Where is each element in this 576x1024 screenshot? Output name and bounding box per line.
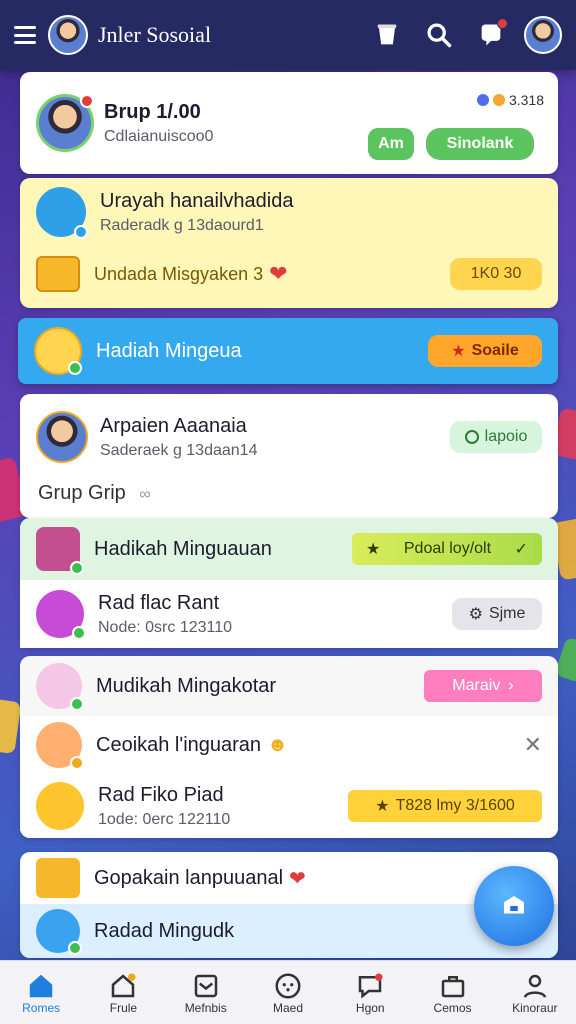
bg-decoration xyxy=(0,697,22,755)
star-icon: ★ xyxy=(451,343,466,360)
house-icon xyxy=(112,973,136,997)
bottom-navigation: Romes Frule Mefnbis Maed Hgon Cemos Kino… xyxy=(0,960,576,1024)
list-item[interactable]: Rad flac Rant Node: 0src 123110 ⚙ Sjme xyxy=(20,580,558,648)
list-card: Mudikah Mingakotar Maraiv › Ceoikah l'in… xyxy=(20,656,558,838)
item-button[interactable]: ⚙ Sjme xyxy=(452,598,542,630)
members-icon xyxy=(492,94,505,106)
document-icon xyxy=(36,663,84,711)
join-button[interactable]: Am xyxy=(368,128,414,160)
leaf-icon xyxy=(36,722,84,770)
list-item[interactable]: Mudikah Mingakotar Maraiv › xyxy=(20,656,558,716)
item-title: Gopakain lanpuuanal xyxy=(94,866,284,889)
member-avatar xyxy=(36,411,88,463)
follow-button[interactable]: Sinolank xyxy=(426,128,534,160)
user-icon xyxy=(36,187,88,239)
gift-icon xyxy=(34,327,82,375)
member-button[interactable]: lapoio xyxy=(450,421,542,453)
create-post-button[interactable] xyxy=(474,866,554,946)
chevron-right-icon: › xyxy=(508,677,514,694)
notification-dot xyxy=(497,18,508,29)
item-title: Hadikah Minguauan xyxy=(94,537,272,560)
nav-maed[interactable]: Maed xyxy=(252,971,324,1015)
user-avatar[interactable] xyxy=(48,15,88,55)
cup-icon xyxy=(36,590,86,640)
member-count: 3.318 xyxy=(476,92,544,108)
reward-sub: Raderadk g 13daourd1 xyxy=(100,216,264,234)
list-item[interactable]: Rad Fiko Piad 1ode: 0erc 122110 ★ T828 l… xyxy=(20,774,558,838)
item-sub: Node: 0src 123110 xyxy=(98,618,233,636)
cup-icon[interactable] xyxy=(368,16,406,54)
check-icon: ✓ xyxy=(514,541,528,558)
notification-icon[interactable] xyxy=(472,16,510,54)
group-card[interactable]: Brup 1/.00 Cdlaianuiscoo0 3.318 Am Sinol… xyxy=(20,72,558,174)
heart-icon: ❤ xyxy=(269,261,288,286)
item-title: Rad flac Rant xyxy=(98,591,220,614)
nav-profile[interactable]: Kinoraur xyxy=(499,971,571,1015)
coin-icon xyxy=(36,782,84,830)
banner-label: Hadiah Mingeua xyxy=(96,339,242,362)
reward-title: Urayah hanailvhadida xyxy=(100,189,294,212)
star-icon: ★ xyxy=(375,798,390,815)
bag-icon xyxy=(36,527,84,575)
bag-icon xyxy=(441,975,464,997)
emoji-icon: ☻ xyxy=(267,733,289,756)
item-sub: 1ode: 0erc 122110 xyxy=(98,810,231,828)
member-sub: Saderaek g 13daan14 xyxy=(100,441,258,459)
banner-button[interactable]: ★ Soaile xyxy=(428,335,542,367)
members-icon xyxy=(476,94,489,106)
gear-icon: ⚙ xyxy=(468,606,483,623)
list-item[interactable]: Ceoikah l'inguaran ☻ ✕ xyxy=(20,716,558,774)
user-icon xyxy=(523,974,547,998)
mail-icon xyxy=(194,974,217,997)
weekly-reward-banner[interactable]: Hadiah Mingeua ★ Soaile xyxy=(18,318,558,384)
gift-box-icon xyxy=(36,858,80,898)
star-icon: ★ xyxy=(366,541,381,558)
edit-icon xyxy=(504,896,524,914)
item-title: Mudikah Mingakotar xyxy=(96,674,277,697)
promo-value[interactable]: 1K0 30 xyxy=(450,258,542,290)
app-header: Jnler Sosoial xyxy=(0,0,576,70)
list-item[interactable]: Hadikah Minguauan ★ Pdoal loy/olt ✓ xyxy=(20,518,558,580)
home-icon xyxy=(29,974,53,997)
search-icon[interactable] xyxy=(420,16,458,54)
profile-avatar[interactable] xyxy=(524,16,562,54)
chat-icon xyxy=(359,973,383,999)
circle-check-icon xyxy=(464,430,479,444)
item-title: Rad Fiko Piad xyxy=(98,783,224,806)
nav-members[interactable]: Mefnbis xyxy=(170,971,242,1015)
nav-cemos[interactable]: Cemos xyxy=(417,971,489,1015)
menu-icon[interactable] xyxy=(14,26,36,44)
link-icon: ∞ xyxy=(139,486,151,503)
nav-hgon[interactable]: Hgon xyxy=(334,971,406,1015)
group-avatar xyxy=(36,94,94,152)
app-title: Jnler Sosoial xyxy=(98,22,212,47)
item-title: Radad Mingudk xyxy=(94,919,235,942)
box-icon xyxy=(36,909,82,955)
item-badge[interactable]: ★ Pdoal loy/olt ✓ xyxy=(352,533,542,565)
gift-box-icon xyxy=(36,256,80,292)
section-title: Grup Grip ∞ xyxy=(38,482,151,504)
item-title: Ceoikah l'inguaran xyxy=(96,733,262,756)
item-button[interactable]: Maraiv › xyxy=(424,670,542,702)
nav-frule[interactable]: Frule xyxy=(87,971,159,1015)
promo-label: Undada Misgyaken 3 xyxy=(94,263,264,284)
nav-home[interactable]: Romes xyxy=(5,971,77,1015)
member-title: Arpaien Aaanaia xyxy=(100,414,247,437)
face-icon xyxy=(275,973,301,998)
item-button[interactable]: ★ T828 lmy 3/1600 xyxy=(348,790,542,822)
list-card: Hadikah Minguauan ★ Pdoal loy/olt ✓ Rad … xyxy=(20,518,558,648)
close-icon[interactable]: ✕ xyxy=(524,732,542,758)
heart-icon: ❤ xyxy=(289,867,306,890)
reward-card[interactable]: Urayah hanailvhadida Raderadk g 13daourd… xyxy=(20,178,558,308)
